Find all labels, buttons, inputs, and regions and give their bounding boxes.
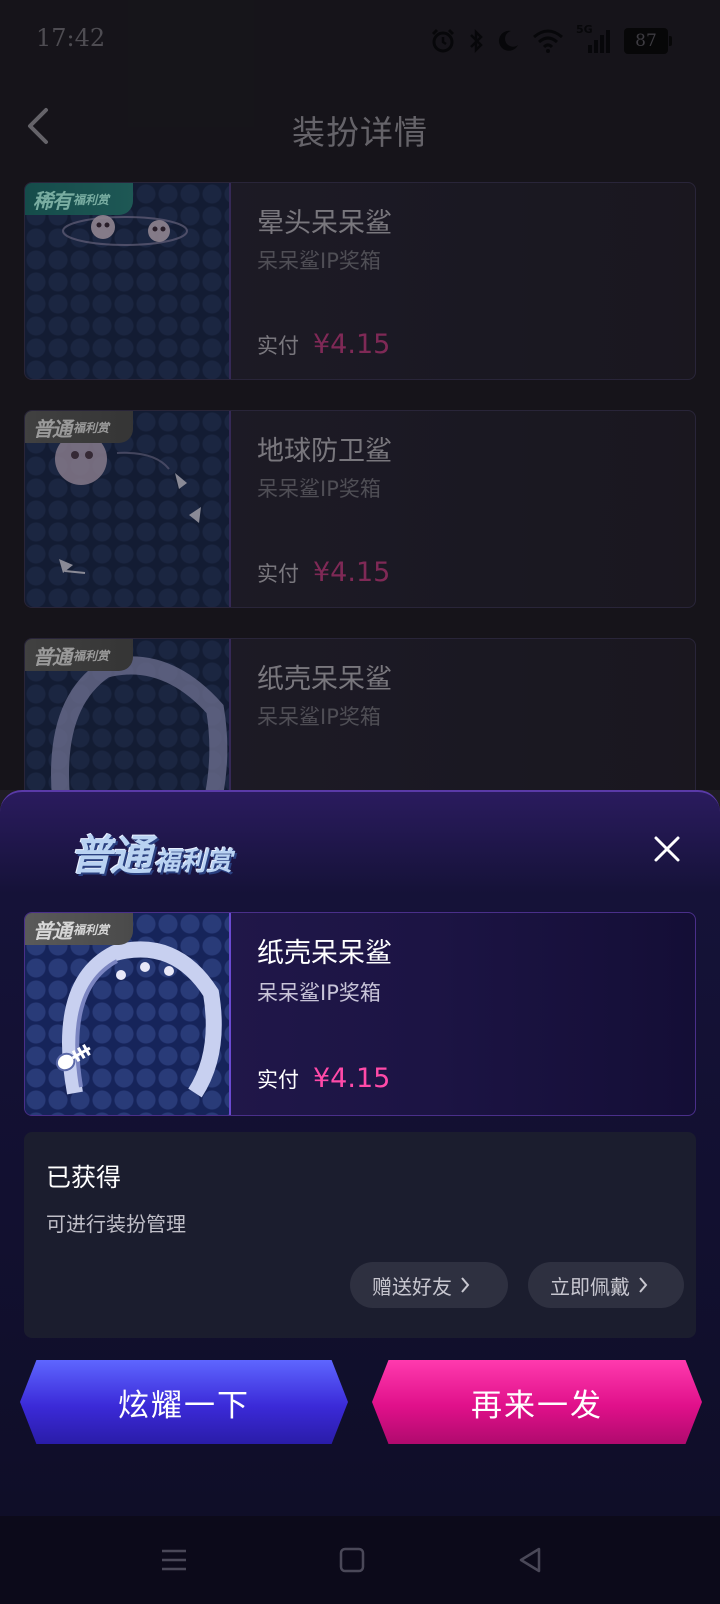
chevron-right-icon [639,1277,648,1293]
item-name: 纸壳呆呆鲨 [257,938,392,969]
sheet-title-main: 普通 [70,831,152,880]
back-triangle-icon[interactable] [512,1542,548,1578]
menu-icon[interactable] [156,1542,192,1578]
rarity-main: 普通 [33,918,72,943]
close-button[interactable] [652,834,682,864]
show-off-label: 炫耀一下 [118,1387,250,1424]
item-price-row: 实付 ¥4.15 [257,1063,390,1094]
home-square-icon[interactable] [334,1542,370,1578]
show-off-button[interactable]: 炫耀一下 [20,1360,348,1444]
sheet-title-sub: 福利赏 [154,847,233,877]
reward-sheet: 普通 福利赏 普通 福利赏 纸壳呆呆鲨 呆呆鲨IP奖箱 实付 ¥4.15 已获得… [0,790,720,1516]
system-nav-bar [0,1516,720,1604]
sheet-title: 普通 福利赏 [70,822,232,883]
draw-again-button[interactable]: 再来一发 [372,1360,702,1444]
rarity-sub: 福利赏 [73,922,110,937]
draw-again-label: 再来一发 [471,1387,603,1424]
gift-friend-label: 赠送好友 [372,1274,452,1299]
gift-friend-button[interactable]: 赠送好友 [350,1262,508,1308]
obtained-title: 已获得 [46,1163,122,1192]
obtained-panel: 已获得 可进行装扮管理 赠送好友 立即佩戴 [24,1132,696,1338]
wear-now-button[interactable]: 立即佩戴 [528,1262,684,1308]
overlay-dim[interactable] [0,0,720,790]
rarity-tag: 普通 福利赏 [25,913,133,945]
item-price: ¥4.15 [313,1063,391,1094]
wear-now-label: 立即佩戴 [550,1274,630,1299]
chevron-right-icon [461,1277,470,1293]
item-source: 呆呆鲨IP奖箱 [257,981,381,1005]
reward-item-card: 普通 福利赏 纸壳呆呆鲨 呆呆鲨IP奖箱 实付 ¥4.15 [24,912,696,1116]
paid-label: 实付 [257,1068,299,1092]
item-thumbnail: 普通 福利赏 [25,913,231,1115]
obtained-description: 可进行装扮管理 [46,1212,186,1236]
